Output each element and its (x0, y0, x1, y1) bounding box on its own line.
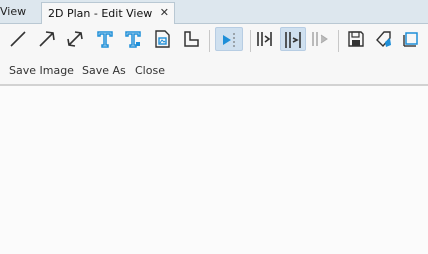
double-arrow-icon[interactable] (65, 29, 85, 49)
save-plan-icon[interactable] (346, 29, 366, 49)
toolbar-separator (338, 30, 339, 52)
arrow-icon[interactable] (37, 29, 57, 49)
tab-bar: View 2D Plan - Edit View ✕ (0, 0, 428, 24)
close-button[interactable]: Close (135, 64, 165, 77)
save-as-button[interactable]: Save As (82, 64, 126, 77)
align-center-icon[interactable] (280, 27, 306, 51)
tab-label: 2D Plan - Edit View (48, 7, 153, 20)
erase-tag-icon[interactable] (374, 29, 394, 49)
image-text-icon[interactable] (152, 29, 172, 49)
tab-2d-plan-edit-view[interactable]: 2D Plan - Edit View ✕ (41, 2, 175, 24)
save-image-button[interactable]: Save Image (9, 64, 74, 77)
toolbar-separator (209, 30, 210, 52)
plan-canvas[interactable] (0, 86, 428, 254)
line-icon[interactable] (8, 29, 28, 49)
text-alt-icon[interactable] (123, 29, 143, 49)
crop-frame-icon[interactable] (402, 29, 422, 49)
align-left-icon[interactable] (255, 29, 275, 49)
tab-view[interactable]: View (0, 5, 26, 18)
close-tab-icon[interactable]: ✕ (160, 6, 169, 19)
angle-dimension-icon[interactable] (181, 29, 201, 49)
text-icon[interactable] (95, 29, 115, 49)
toolbar-separator (250, 30, 251, 52)
align-right-icon[interactable] (310, 29, 330, 49)
pointer-select-icon[interactable] (215, 27, 243, 51)
